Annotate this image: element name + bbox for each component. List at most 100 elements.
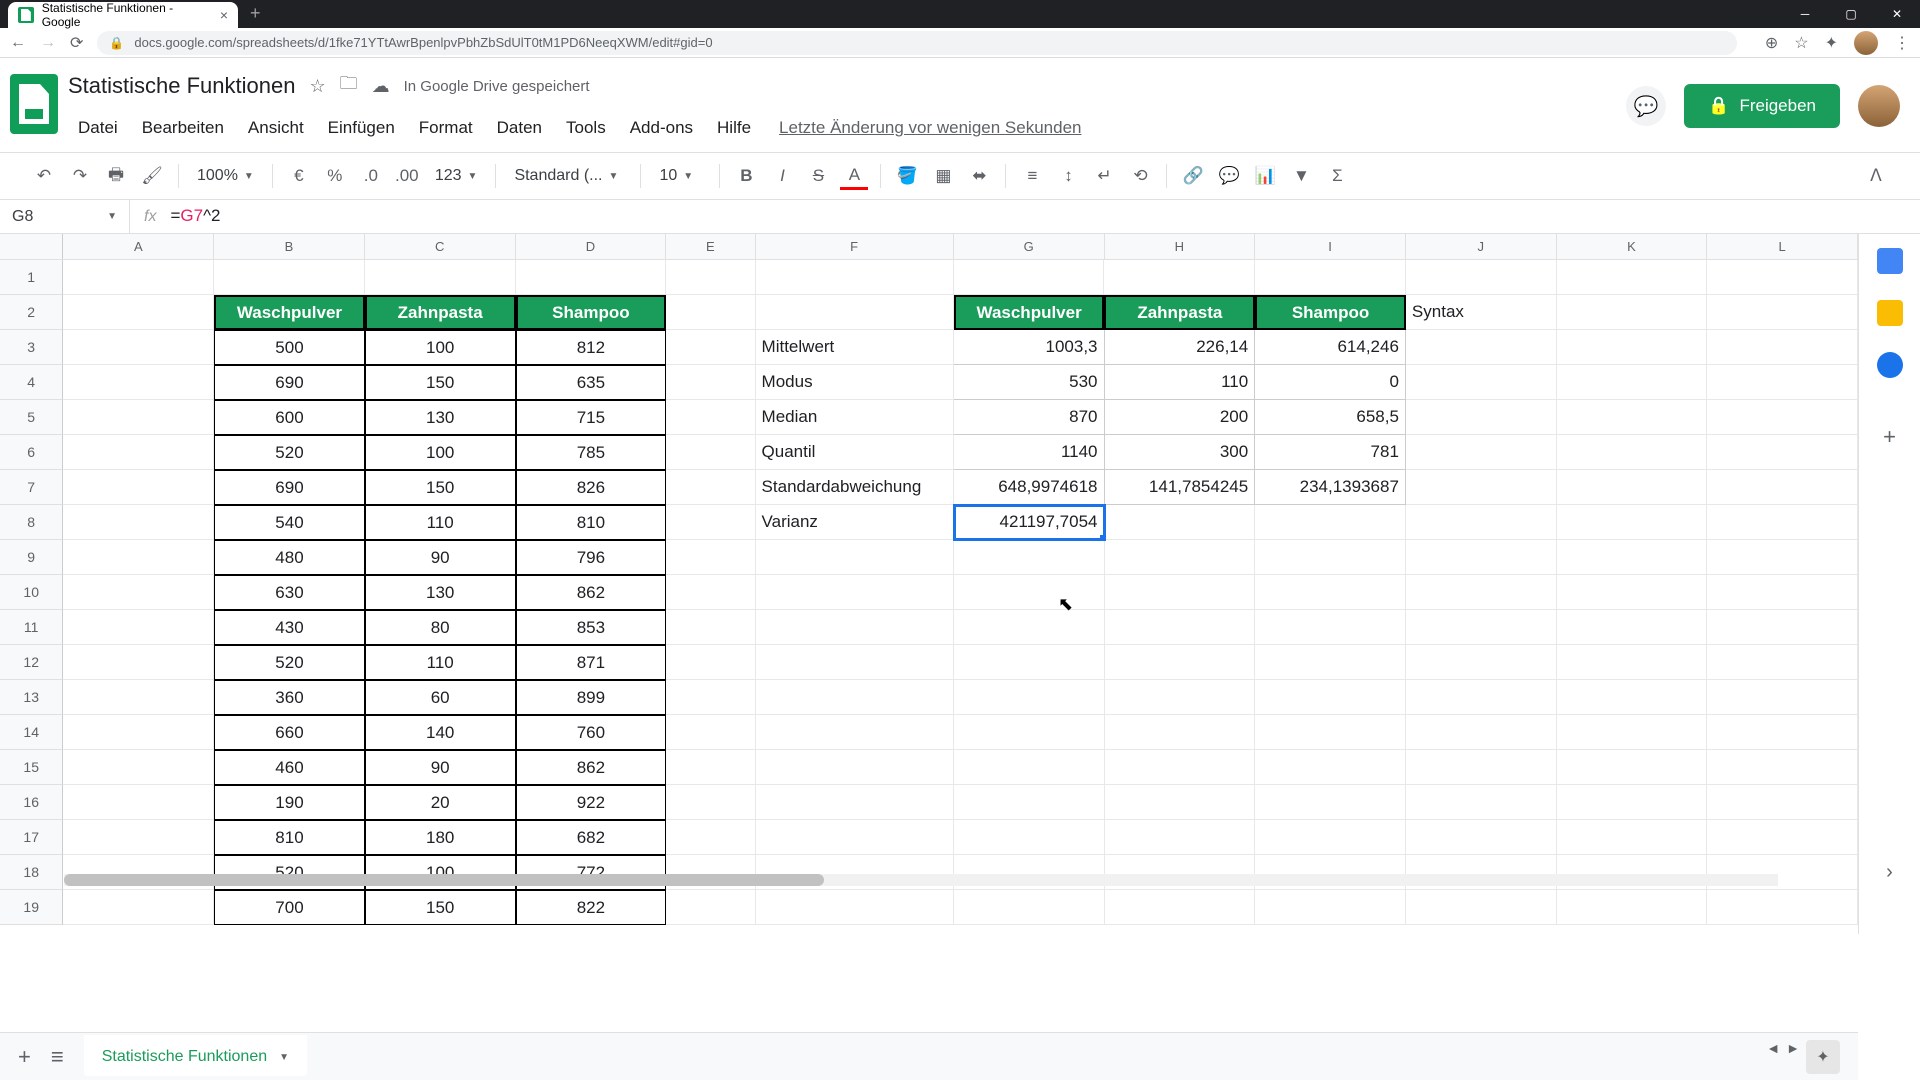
add-sheet-button[interactable]: + xyxy=(18,1044,31,1070)
cell-C6[interactable]: 100 xyxy=(365,435,516,470)
cell-A4[interactable] xyxy=(63,365,214,400)
tab-scroll-right[interactable]: ► xyxy=(1786,1040,1800,1074)
horizontal-scrollbar[interactable] xyxy=(64,874,1778,886)
cell-B12[interactable]: 520 xyxy=(214,645,365,680)
cell-G4[interactable]: 530 xyxy=(954,365,1105,400)
comment-button[interactable]: 💬 xyxy=(1215,162,1243,190)
decrease-decimal-button[interactable]: .0 xyxy=(357,162,385,190)
cell-G17[interactable] xyxy=(954,820,1105,855)
cell-F1[interactable] xyxy=(756,260,954,295)
last-edit-link[interactable]: Letzte Änderung vor wenigen Sekunden xyxy=(779,114,1081,142)
cell-C5[interactable]: 130 xyxy=(365,400,516,435)
cell-G14[interactable] xyxy=(954,715,1105,750)
cell-B10[interactable]: 630 xyxy=(214,575,365,610)
cell-F11[interactable] xyxy=(756,610,954,645)
profile-avatar[interactable] xyxy=(1854,31,1878,55)
menu-daten[interactable]: Daten xyxy=(487,114,552,142)
cell-L7[interactable] xyxy=(1707,470,1858,505)
cell-L1[interactable] xyxy=(1707,260,1858,295)
row-header-1[interactable]: 1 xyxy=(0,260,63,295)
row-header-7[interactable]: 7 xyxy=(0,470,63,505)
tasks-icon[interactable] xyxy=(1877,352,1903,378)
close-window-button[interactable]: ✕ xyxy=(1874,0,1920,28)
cell-L12[interactable] xyxy=(1707,645,1858,680)
bold-button[interactable]: B xyxy=(732,162,760,190)
explore-button[interactable]: ✦ xyxy=(1806,1040,1840,1074)
row-header-10[interactable]: 10 xyxy=(0,575,63,610)
cell-B15[interactable]: 460 xyxy=(214,750,365,785)
extensions-icon[interactable]: ✦ xyxy=(1825,33,1838,53)
cell-D10[interactable]: 862 xyxy=(516,575,667,610)
cell-I16[interactable] xyxy=(1255,785,1406,820)
cell-F9[interactable] xyxy=(756,540,954,575)
select-all-corner[interactable] xyxy=(0,234,63,259)
browser-tab[interactable]: Statistische Funktionen - Google × xyxy=(8,2,238,28)
bookmark-icon[interactable]: ☆ xyxy=(1794,33,1808,53)
cell-B11[interactable]: 430 xyxy=(214,610,365,645)
fill-color-button[interactable]: 🪣 xyxy=(893,162,921,190)
url-input[interactable]: 🔒 docs.google.com/spreadsheets/d/1fke71Y… xyxy=(97,31,1737,55)
cell-D9[interactable]: 796 xyxy=(516,540,667,575)
cell-I7[interactable]: 234,1393687 xyxy=(1255,470,1406,505)
col-header-A[interactable]: A xyxy=(63,234,214,259)
cell-B19[interactable]: 700 xyxy=(214,890,365,925)
cell-L19[interactable] xyxy=(1707,890,1858,925)
font-select[interactable]: Standard (...▼ xyxy=(508,167,628,185)
cell-A11[interactable] xyxy=(63,610,214,645)
cell-H19[interactable] xyxy=(1105,890,1256,925)
cell-L2[interactable] xyxy=(1707,295,1858,330)
cell-B14[interactable]: 660 xyxy=(214,715,365,750)
text-color-button[interactable]: A xyxy=(840,162,868,190)
cell-H10[interactable] xyxy=(1105,575,1256,610)
formula-input[interactable]: =G7^2 xyxy=(170,206,220,227)
collapse-toolbar-button[interactable]: ᐱ xyxy=(1862,162,1890,190)
cell-F6[interactable]: Quantil xyxy=(756,435,954,470)
browser-menu-icon[interactable]: ⋮ xyxy=(1894,33,1910,53)
cell-A14[interactable] xyxy=(63,715,214,750)
cell-H4[interactable]: 110 xyxy=(1105,365,1256,400)
cell-B5[interactable]: 600 xyxy=(214,400,365,435)
cell-F3[interactable]: Mittelwert xyxy=(756,330,954,365)
row-header-13[interactable]: 13 xyxy=(0,680,63,715)
cell-I5[interactable]: 658,5 xyxy=(1255,400,1406,435)
cell-H1[interactable] xyxy=(1104,260,1255,295)
cell-E11[interactable] xyxy=(666,610,755,645)
cell-D15[interactable]: 862 xyxy=(516,750,667,785)
cell-E3[interactable] xyxy=(666,330,755,365)
cell-D5[interactable]: 715 xyxy=(516,400,667,435)
font-size-select[interactable]: 10▼ xyxy=(653,167,707,185)
rotate-button[interactable]: ⟲ xyxy=(1126,162,1154,190)
cell-G7[interactable]: 648,9974618 xyxy=(954,470,1105,505)
cell-J3[interactable] xyxy=(1406,330,1557,365)
cell-C3[interactable]: 100 xyxy=(365,330,516,365)
cell-A1[interactable] xyxy=(63,260,214,295)
cell-H7[interactable]: 141,7854245 xyxy=(1105,470,1256,505)
cell-H6[interactable]: 300 xyxy=(1105,435,1256,470)
row-header-3[interactable]: 3 xyxy=(0,330,63,365)
cell-K1[interactable] xyxy=(1557,260,1708,295)
menu-add-ons[interactable]: Add-ons xyxy=(620,114,703,142)
cell-A7[interactable] xyxy=(63,470,214,505)
cell-L6[interactable] xyxy=(1707,435,1858,470)
row-header-12[interactable]: 12 xyxy=(0,645,63,680)
cell-I14[interactable] xyxy=(1255,715,1406,750)
cell-C10[interactable]: 130 xyxy=(365,575,516,610)
cell-J9[interactable] xyxy=(1406,540,1557,575)
add-ons-plus-icon[interactable]: + xyxy=(1883,424,1896,450)
menu-datei[interactable]: Datei xyxy=(68,114,128,142)
cell-I12[interactable] xyxy=(1255,645,1406,680)
cell-L8[interactable] xyxy=(1707,505,1858,540)
cell-E17[interactable] xyxy=(666,820,755,855)
cell-A5[interactable] xyxy=(63,400,214,435)
cell-B8[interactable]: 540 xyxy=(214,505,365,540)
row-header-5[interactable]: 5 xyxy=(0,400,63,435)
row-header-16[interactable]: 16 xyxy=(0,785,63,820)
cell-D4[interactable]: 635 xyxy=(516,365,667,400)
cell-G11[interactable] xyxy=(954,610,1105,645)
cell-L13[interactable] xyxy=(1707,680,1858,715)
col-header-K[interactable]: K xyxy=(1557,234,1708,259)
cell-L10[interactable] xyxy=(1707,575,1858,610)
cell-E8[interactable] xyxy=(666,505,755,540)
cell-A8[interactable] xyxy=(63,505,214,540)
cell-C7[interactable]: 150 xyxy=(365,470,516,505)
